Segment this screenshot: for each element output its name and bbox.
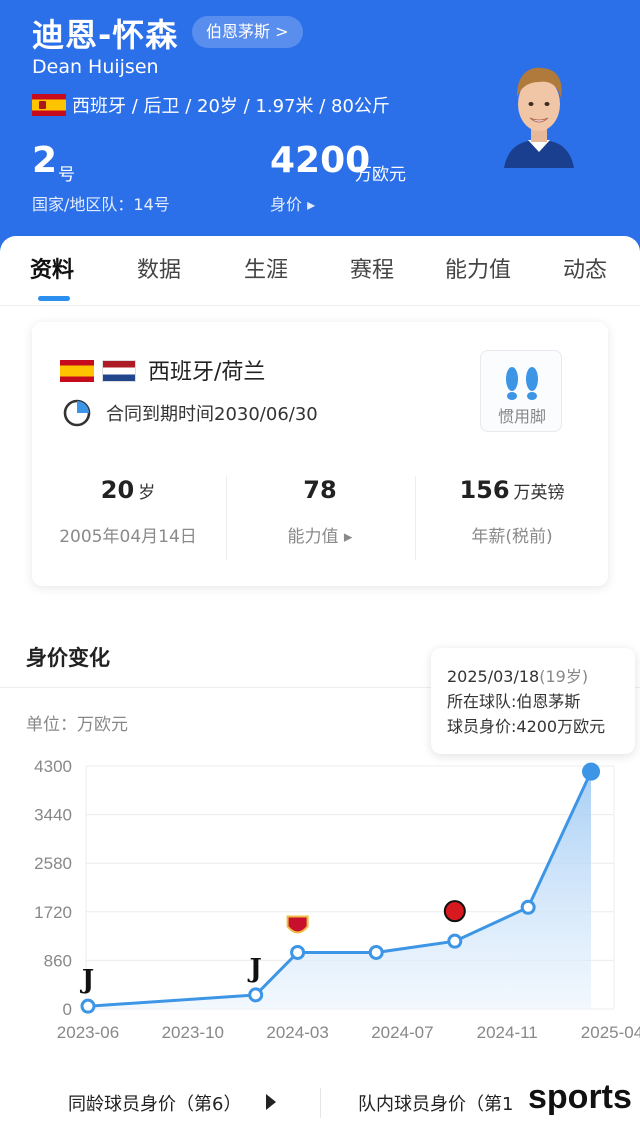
player-info-text: 西班牙 / 后卫 / 20岁 / 1.97米 / 80公斤 bbox=[72, 96, 390, 117]
active-tab-indicator bbox=[38, 296, 70, 301]
x-tick-label: 2024-11 bbox=[477, 1023, 538, 1042]
market-value-unit: 万欧元 bbox=[355, 165, 406, 185]
netherlands-flag-icon bbox=[102, 360, 136, 382]
salary-unit: 万英镑 bbox=[513, 483, 565, 503]
market-value-link[interactable]: 身价 ▸ bbox=[270, 191, 315, 215]
sports-watermark: sports bbox=[524, 1078, 636, 1117]
team-ranking-link[interactable]: 队内球员身价（第1 bbox=[358, 1090, 513, 1116]
value-point bbox=[80, 998, 96, 1014]
value-point bbox=[368, 944, 384, 960]
tab-data[interactable]: 数据 bbox=[137, 252, 181, 284]
ability-value: 78 bbox=[303, 476, 337, 504]
value-history-chart[interactable]: 0 860 1720 2580 3440 4300 2023-06 2023-10 2024-0… bbox=[0, 750, 640, 1050]
tab-ability[interactable]: 能力值 bbox=[445, 252, 511, 284]
club-link-button[interactable]: 伯恩茅斯 > bbox=[192, 16, 303, 48]
tab-schedule[interactable]: 赛程 bbox=[350, 252, 394, 284]
y-tick-label: 860 bbox=[44, 951, 72, 970]
nationality: 西班牙/荷兰 bbox=[148, 360, 266, 385]
value-history-title: 身价变化 bbox=[26, 646, 110, 670]
spain-flag-icon bbox=[32, 94, 66, 116]
player-profile-screen: 迪恩-怀森 伯恩茅斯 > Dean Huijsen 西班牙 / 后卫 / 20岁… bbox=[0, 0, 640, 1133]
stat-divider bbox=[415, 476, 416, 560]
tooltip-value: 球员身价:4200万欧元 bbox=[447, 717, 606, 736]
salary-label: 年薪(税前) bbox=[471, 527, 553, 547]
x-tick-label: 2024-07 bbox=[371, 1023, 433, 1042]
value-point bbox=[582, 762, 601, 781]
value-point bbox=[290, 944, 306, 960]
footprints-icon bbox=[506, 367, 538, 400]
play-arrow-icon[interactable] bbox=[266, 1094, 276, 1110]
age-value: 20 bbox=[100, 476, 135, 504]
juventus-logo-icon: J bbox=[248, 954, 262, 984]
x-tick-label: 2024-03 bbox=[266, 1023, 328, 1042]
age-unit: 岁 bbox=[138, 483, 156, 503]
roma-logo-icon bbox=[286, 915, 309, 934]
bottom-divider bbox=[320, 1088, 321, 1118]
y-tick-label: 3440 bbox=[34, 806, 72, 825]
juventus-logo-icon: J bbox=[80, 965, 94, 995]
tooltip-team: 所在球队:伯恩茅斯 bbox=[447, 692, 581, 711]
y-tick-label: 2580 bbox=[34, 854, 72, 873]
bournemouth-logo-icon bbox=[443, 900, 466, 923]
value-point bbox=[447, 933, 463, 949]
value-point bbox=[520, 899, 536, 915]
x-tick-label: 2023-06 bbox=[57, 1023, 119, 1042]
profile-card: 西班牙/荷兰 合同到期时间2030/06/30 惯用脚 20 岁 2005年04月… bbox=[32, 322, 608, 586]
stat-salary: 156 万英镑 年薪(税前) bbox=[416, 476, 608, 547]
birth-date: 2005年04月14日 bbox=[59, 527, 197, 547]
contract-expiry: 合同到期时间2030/06/30 bbox=[106, 404, 318, 425]
bottom-ranking-bar: 同龄球员身价（第6） 队内球员身价（第1 sports bbox=[0, 1076, 640, 1133]
tab-profile[interactable]: 资料 bbox=[30, 252, 74, 284]
chart-tooltip: 2025/03/18(19岁) 所在球队:伯恩茅斯 球员身价:4200万欧元 bbox=[431, 648, 635, 754]
shirt-number: 2 bbox=[32, 140, 58, 181]
same-age-ranking-link[interactable]: 同龄球员身价（第6） bbox=[68, 1090, 241, 1116]
value-point bbox=[248, 987, 264, 1003]
y-tick-label: 1720 bbox=[34, 903, 72, 922]
tab-career[interactable]: 生涯 bbox=[244, 252, 288, 284]
preferred-foot-label: 惯用脚 bbox=[497, 407, 546, 426]
contract-clock-icon bbox=[63, 399, 91, 427]
player-info-line: 西班牙 / 后卫 / 20岁 / 1.97米 / 80公斤 bbox=[32, 92, 390, 118]
national-team-number: 国家/地区队：14号 bbox=[32, 195, 170, 214]
value-unit-label: 单位：万欧元 bbox=[26, 715, 128, 735]
tooltip-age: (19岁) bbox=[539, 667, 589, 686]
stat-age: 20 岁 2005年04月14日 bbox=[32, 476, 224, 547]
player-name-en: Dean Huijsen bbox=[32, 56, 159, 78]
x-tick-label: 2025-04 bbox=[581, 1023, 640, 1042]
ability-link[interactable]: 能力值 ▸ bbox=[224, 522, 416, 547]
spain-flag-icon bbox=[60, 360, 94, 382]
y-tick-label: 0 bbox=[63, 1000, 72, 1019]
player-avatar bbox=[498, 60, 580, 168]
profile-stats: 20 岁 2005年04月14日 78 能力值 ▸ 156 万英镑 年薪(税前) bbox=[32, 476, 608, 562]
tooltip-date: 2025/03/18 bbox=[447, 667, 540, 686]
preferred-foot-button[interactable]: 惯用脚 bbox=[480, 350, 562, 432]
value-area bbox=[88, 771, 591, 1009]
tab-bar: 资料 数据 生涯 赛程 能力值 动态 bbox=[0, 236, 640, 306]
stat-divider bbox=[226, 476, 227, 560]
stat-ability[interactable]: 78 能力值 ▸ bbox=[224, 476, 416, 547]
salary-value: 156 bbox=[459, 476, 510, 504]
player-header: 迪恩-怀森 伯恩茅斯 > Dean Huijsen 西班牙 / 后卫 / 20岁… bbox=[0, 0, 640, 262]
shirt-number-unit: 号 bbox=[58, 165, 75, 185]
x-tick-label: 2023-10 bbox=[162, 1023, 224, 1042]
y-tick-label: 4300 bbox=[34, 757, 72, 776]
player-name-cn: 迪恩-怀森 bbox=[32, 16, 179, 54]
tab-news[interactable]: 动态 bbox=[563, 252, 607, 284]
